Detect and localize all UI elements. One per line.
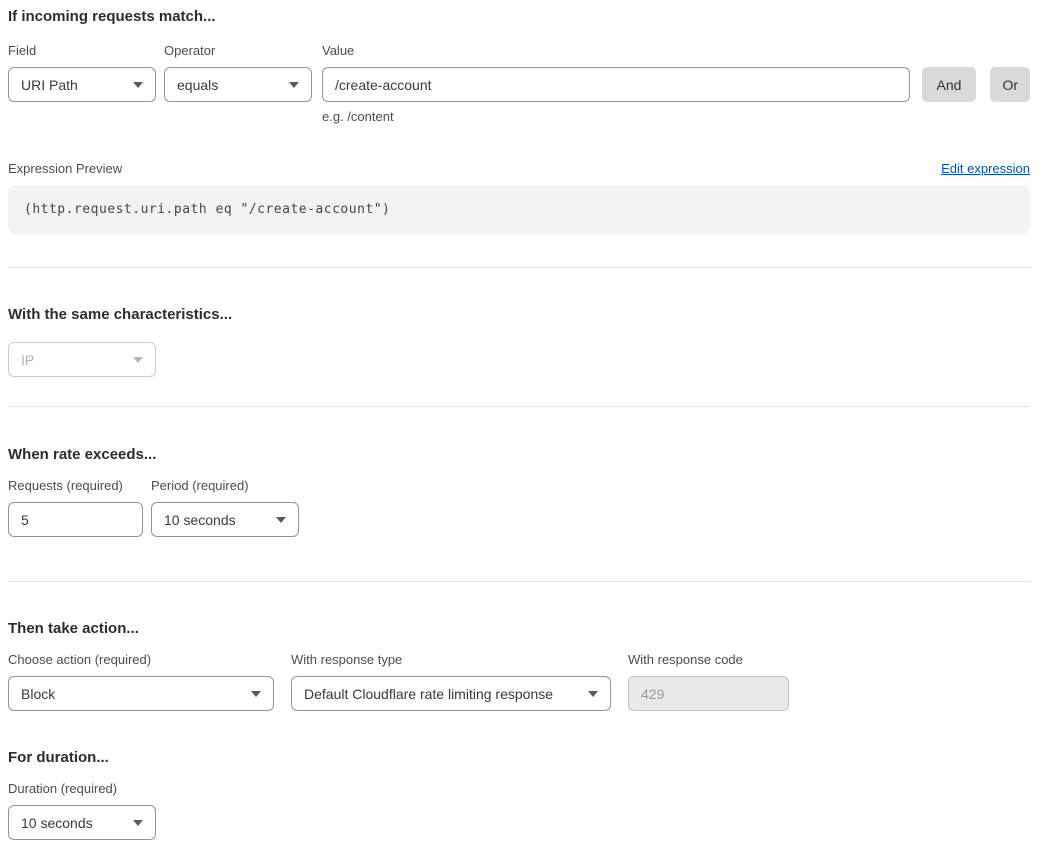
chevron-down-icon: [133, 357, 143, 363]
expression-preview-label: Expression Preview: [8, 161, 122, 176]
expression-preview-box: (http.request.uri.path eq "/create-accou…: [8, 185, 1030, 234]
field-select-value: URI Path: [21, 77, 78, 93]
duration-select-value: 10 seconds: [21, 815, 93, 831]
duration-label: Duration (required): [8, 781, 156, 796]
section-title-characteristics: With the same characteristics...: [8, 306, 1030, 323]
field-select[interactable]: URI Path: [8, 67, 156, 102]
chevron-down-icon: [588, 691, 598, 697]
response-type-select-value: Default Cloudflare rate limiting respons…: [304, 686, 553, 702]
section-title-match: If incoming requests match...: [8, 8, 1030, 25]
chevron-down-icon: [289, 82, 299, 88]
value-input[interactable]: [322, 67, 910, 102]
field-label: Field: [8, 43, 156, 58]
choose-action-label: Choose action (required): [8, 652, 274, 667]
response-code-input: [628, 676, 789, 711]
chevron-down-icon: [133, 82, 143, 88]
characteristic-select-value: IP: [21, 352, 34, 368]
duration-select[interactable]: 10 seconds: [8, 805, 156, 840]
characteristic-select: IP: [8, 342, 156, 377]
action-select-value: Block: [21, 686, 55, 702]
divider: [8, 267, 1030, 268]
rate-limit-rule-form: If incoming requests match... Field URI …: [0, 0, 1048, 844]
operator-label: Operator: [164, 43, 312, 58]
response-type-label: With response type: [291, 652, 611, 667]
action-row: Choose action (required) Block With resp…: [8, 652, 1030, 711]
or-button[interactable]: Or: [990, 67, 1030, 102]
period-select[interactable]: 10 seconds: [151, 502, 299, 537]
duration-row: Duration (required) 10 seconds: [8, 781, 1030, 840]
and-button[interactable]: And: [922, 67, 977, 102]
divider: [8, 406, 1030, 407]
chevron-down-icon: [276, 517, 286, 523]
value-hint: e.g. /content: [322, 109, 910, 124]
response-code-label: With response code: [628, 652, 789, 667]
expression-text: (http.request.uri.path eq "/create-accou…: [24, 202, 390, 217]
section-title-action: Then take action...: [8, 620, 1030, 637]
period-select-value: 10 seconds: [164, 512, 236, 528]
chevron-down-icon: [251, 691, 261, 697]
operator-select[interactable]: equals: [164, 67, 312, 102]
chevron-down-icon: [133, 820, 143, 826]
operator-select-value: equals: [177, 77, 218, 93]
section-title-rate: When rate exceeds...: [8, 446, 1030, 463]
requests-label: Requests (required): [8, 478, 143, 493]
rate-row: Requests (required) Period (required) 10…: [8, 478, 1030, 537]
condition-row: Field URI Path Operator equals Value e.g…: [8, 43, 1030, 124]
edit-expression-link[interactable]: Edit expression: [941, 161, 1030, 176]
period-label: Period (required): [151, 478, 299, 493]
value-label: Value: [322, 43, 910, 58]
section-title-duration: For duration...: [8, 749, 1030, 766]
divider: [8, 581, 1030, 582]
response-type-select[interactable]: Default Cloudflare rate limiting respons…: [291, 676, 611, 711]
requests-input[interactable]: [8, 502, 143, 537]
action-select[interactable]: Block: [8, 676, 274, 711]
